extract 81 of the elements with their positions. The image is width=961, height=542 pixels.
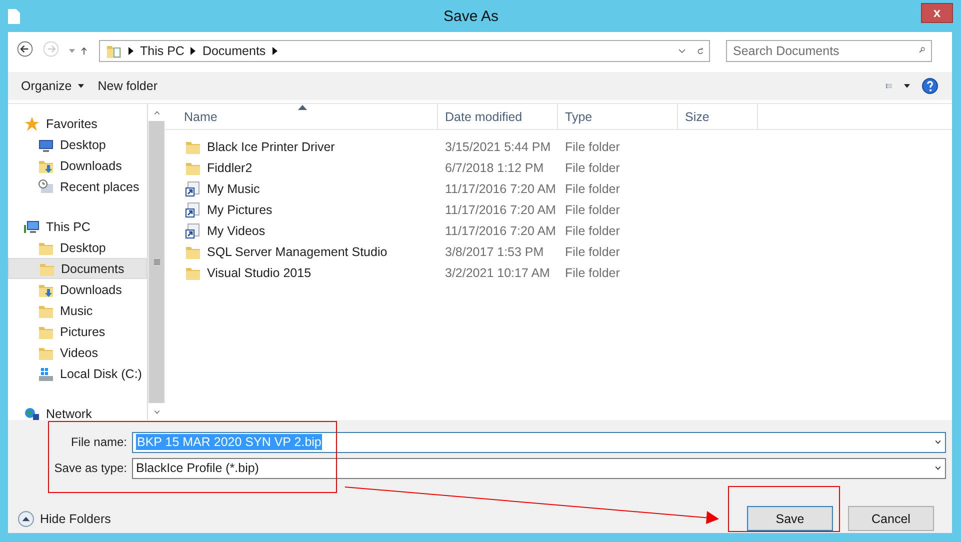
hide-folders-button[interactable]: Hide Folders bbox=[18, 510, 111, 526]
chevron-down-icon bbox=[679, 47, 685, 55]
organize-button[interactable]: Organize bbox=[14, 77, 91, 95]
view-list-icon bbox=[886, 82, 892, 90]
file-name-cell[interactable]: SQL Server Management Studio bbox=[165, 244, 438, 260]
shortcut-folder-icon bbox=[185, 202, 201, 218]
nav-item[interactable]: Favorites bbox=[8, 113, 147, 134]
type-cell-text: File folder bbox=[564, 160, 621, 174]
nav-item[interactable]: Documents bbox=[8, 258, 147, 279]
chevron-down-icon bbox=[935, 464, 941, 472]
breadcrumb[interactable]: Documents bbox=[202, 44, 266, 58]
column-header[interactable]: Date modified bbox=[438, 104, 558, 129]
field-label: Save as type: bbox=[53, 461, 128, 475]
disk-drive-icon bbox=[38, 366, 54, 382]
nav-item[interactable]: Downloads bbox=[8, 279, 147, 300]
chevron-icon bbox=[272, 47, 278, 55]
type-cell-text: File folder bbox=[564, 244, 621, 258]
scrollbar[interactable] bbox=[147, 104, 165, 420]
chevron-down-icon bbox=[935, 438, 941, 446]
type-cell-text: File folder bbox=[564, 224, 621, 238]
scroll-up-icon bbox=[154, 108, 160, 116]
field-label: File name: bbox=[70, 435, 128, 449]
star-icon bbox=[24, 116, 40, 132]
file-name-cell[interactable]: My Videos bbox=[165, 222, 438, 238]
nav-item[interactable]: This PC bbox=[8, 216, 147, 237]
refresh-icon bbox=[697, 47, 703, 55]
type-cell-text: File folder bbox=[564, 182, 621, 196]
cancel-button[interactable]: Cancel bbox=[848, 506, 934, 531]
document-icon bbox=[8, 8, 20, 24]
date-cell-text: 3/2/2021 10:17 AM bbox=[444, 266, 551, 280]
save-button[interactable]: Save bbox=[747, 506, 833, 531]
caret-icon bbox=[69, 47, 75, 55]
date-cell-text: 3/8/2017 1:53 PM bbox=[444, 244, 545, 258]
chevron-icon bbox=[190, 47, 196, 55]
network-icon bbox=[24, 406, 40, 420]
date-cell-text: 11/17/2016 7:20 AM bbox=[444, 182, 557, 196]
caret-icon bbox=[78, 82, 84, 90]
file-name-cell[interactable]: Visual Studio 2015 bbox=[165, 264, 438, 280]
nav-item[interactable]: Music bbox=[8, 300, 147, 321]
window-title: Save As bbox=[443, 8, 499, 24]
search-icon bbox=[919, 46, 925, 54]
type-cell-text: File folder bbox=[564, 140, 621, 154]
caret-icon bbox=[904, 82, 910, 90]
column-header[interactable]: Name bbox=[165, 104, 438, 129]
breadcrumb[interactable]: This PC bbox=[140, 44, 184, 58]
nav-item[interactable]: Pictures bbox=[8, 321, 147, 342]
recent-places-icon bbox=[38, 178, 54, 194]
nav-item[interactable]: Desktop bbox=[8, 237, 147, 258]
file-name-cell[interactable]: My Pictures bbox=[165, 202, 438, 218]
computer-icon bbox=[24, 218, 40, 234]
file-name-cell[interactable]: Black Ice Printer Driver bbox=[165, 138, 438, 154]
date-cell-text: 6/7/2018 1:12 PM bbox=[444, 160, 545, 174]
type-cell-text: File folder bbox=[564, 202, 621, 216]
documents-folder-icon bbox=[106, 43, 122, 59]
address-bar[interactable]: This PC Documents bbox=[99, 40, 710, 62]
file-name-cell[interactable]: Fiddler2 bbox=[165, 160, 438, 176]
date-cell-text: 11/17/2016 7:20 AM bbox=[444, 202, 557, 216]
shortcut-folder-icon bbox=[185, 222, 201, 238]
close-button[interactable]: x bbox=[921, 3, 953, 23]
new-folder-button[interactable]: New folder bbox=[90, 77, 164, 95]
shortcut-folder-icon bbox=[185, 180, 201, 196]
file-name-cell[interactable]: My Music bbox=[165, 180, 438, 196]
nav-item[interactable]: Desktop bbox=[8, 134, 147, 155]
chevron-icon bbox=[128, 47, 134, 55]
type-cell-text: File folder bbox=[564, 266, 621, 280]
collapse-icon bbox=[18, 510, 34, 526]
help-icon bbox=[922, 78, 938, 94]
grip-icon bbox=[154, 258, 160, 266]
scroll-down-icon bbox=[154, 408, 160, 416]
dropdown-field[interactable]: BlackIce Profile (*.bip) bbox=[132, 458, 946, 478]
date-cell-text: 11/17/2016 7:20 AM bbox=[444, 224, 557, 238]
nav-item[interactable]: Downloads bbox=[8, 155, 147, 176]
column-header[interactable]: Type bbox=[558, 104, 678, 129]
search-field[interactable]: Search Documents bbox=[726, 40, 932, 62]
nav-item[interactable]: Network bbox=[8, 403, 147, 420]
nav-item[interactable]: Recent places bbox=[8, 176, 147, 197]
nav-item[interactable]: Local Disk (C:) bbox=[8, 363, 147, 384]
date-cell-text: 3/15/2021 5:44 PM bbox=[444, 140, 552, 154]
up-arrow-icon bbox=[81, 47, 87, 55]
column-header[interactable]: Size bbox=[678, 104, 758, 129]
nav-item[interactable]: Videos bbox=[8, 342, 147, 363]
